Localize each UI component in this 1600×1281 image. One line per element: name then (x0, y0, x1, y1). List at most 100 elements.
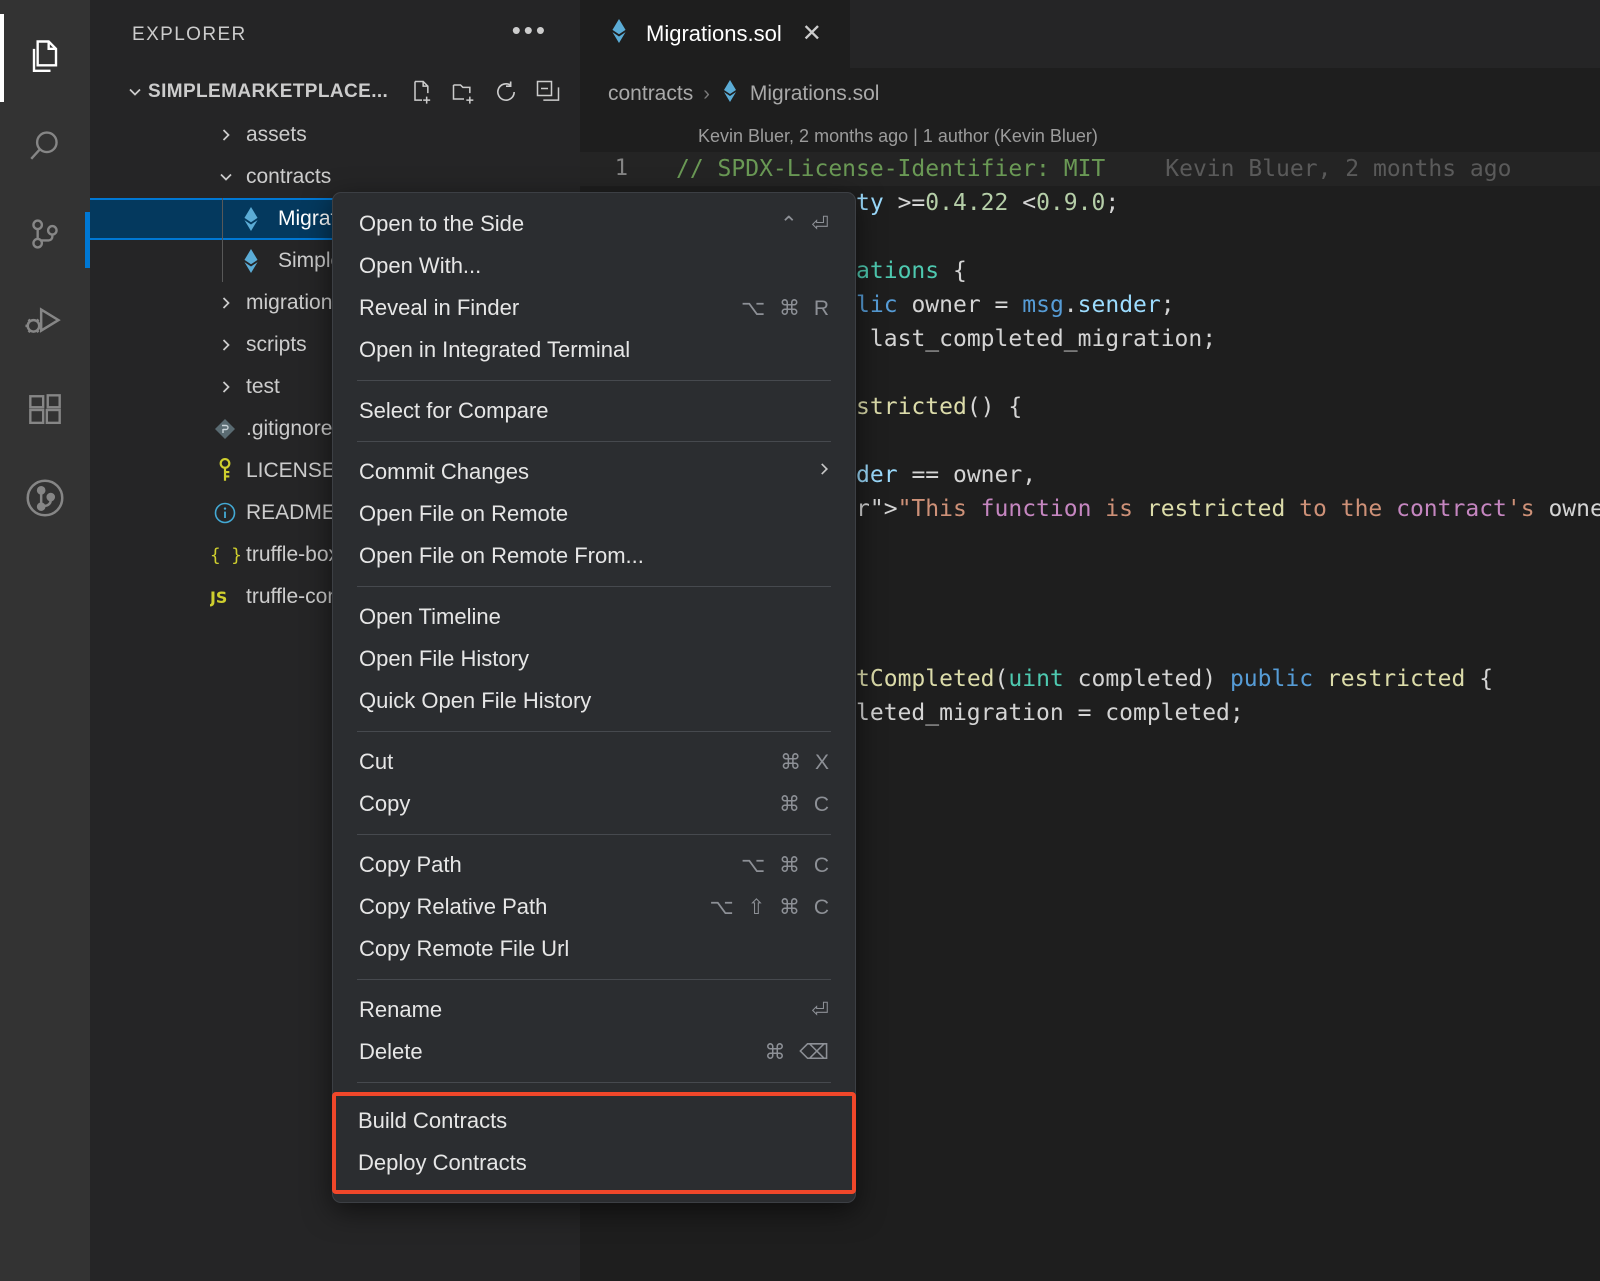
gitlens-icon (22, 475, 68, 521)
svg-text:JS: JS (210, 588, 227, 607)
collapse-all-icon[interactable] (534, 78, 562, 106)
menu-item-open-to-the-side[interactable]: Open to the Side⌃ ⏎ (333, 203, 855, 245)
refresh-icon[interactable] (492, 78, 520, 106)
activity-item-extensions[interactable] (0, 366, 90, 454)
breadcrumb-item-contracts[interactable]: contracts (608, 82, 693, 106)
run-debug-icon (22, 299, 68, 345)
menu-item-commit-changes[interactable]: Commit Changes (333, 451, 855, 493)
activity-item-source-control[interactable] (0, 190, 90, 278)
menu-item-quick-open-file-history[interactable]: Quick Open File History (333, 680, 855, 722)
chevron-right-icon[interactable] (212, 125, 240, 145)
tree-folder-assets[interactable]: assets (90, 114, 580, 156)
js-icon: JS (210, 585, 240, 609)
inline-blame: Kevin Bluer, 2 months ago (1105, 152, 1511, 186)
key-icon (210, 458, 240, 484)
menu-item-shortcut: ⌘ C (779, 792, 833, 817)
menu-item-open-timeline[interactable]: Open Timeline (333, 596, 855, 638)
menu-item-label: Delete (359, 1039, 423, 1065)
menu-item-delete[interactable]: Delete⌘ ⌫ (333, 1031, 855, 1073)
menu-separator (357, 834, 831, 835)
menu-item-label: Open Timeline (359, 604, 501, 630)
menu-item-label: Reveal in Finder (359, 295, 519, 321)
extensions-icon (23, 388, 67, 432)
activity-item-run-and-debug[interactable] (0, 278, 90, 366)
menu-item-cut[interactable]: Cut ⌘ X (333, 741, 855, 783)
menu-item-label: Commit Changes (359, 459, 529, 485)
new-file-icon[interactable] (408, 78, 436, 106)
chevron-down-icon (122, 82, 148, 102)
menu-item-label: Select for Compare (359, 398, 549, 424)
menu-item-reveal-in-finder[interactable]: Reveal in Finder ⌥ ⌘ R (333, 287, 855, 329)
menu-item-copy-path[interactable]: Copy Path ⌥ ⌘ C (333, 844, 855, 886)
menu-group: Commit Changes Open File on Remote Open Fi… (333, 451, 855, 577)
menu-item-shortcut: ⏎ (811, 998, 833, 1023)
menu-item-label: Open File on Remote From... (359, 543, 644, 569)
file-context-menu[interactable]: Open to the Side⌃ ⏎ Open With... Reveal in… (332, 192, 856, 1203)
menu-group-highlighted: Build Contracts Deploy Contracts (332, 1092, 856, 1194)
solidity-icon (608, 19, 630, 49)
breadcrumb: contracts › Migrations.sol (580, 68, 1600, 120)
menu-item-copy-relative-path[interactable]: Copy Relative Path⌥ ⇧ ⌘ C (333, 886, 855, 928)
chevron-right-icon[interactable] (212, 377, 240, 397)
menu-item-open-file-on-remote[interactable]: Open File on Remote (333, 493, 855, 535)
activity-item-gitlens[interactable] (0, 454, 90, 542)
menu-item-deploy-contracts[interactable]: Deploy Contracts (336, 1142, 852, 1184)
tab-migrations-sol[interactable]: Migrations.sol ✕ (580, 0, 851, 68)
menu-item-copy[interactable]: Copy⌘ C (333, 783, 855, 825)
menu-separator (357, 1082, 831, 1083)
chevron-right-icon[interactable] (212, 335, 240, 355)
chevron-right-icon (815, 460, 833, 484)
menu-item-shortcut: ⌘ X (780, 750, 833, 775)
menu-item-copy-remote-file-url[interactable]: Copy Remote File Url (333, 928, 855, 970)
breadcrumb-label: contracts (608, 82, 693, 106)
line-text: // SPDX-License-Identifier: MIT (652, 152, 1105, 186)
menu-item-open-file-on-remote-from[interactable]: Open File on Remote From... (333, 535, 855, 577)
menu-separator (357, 979, 831, 980)
menu-item-shortcut: ⌥ ⌘ R (741, 296, 833, 321)
menu-item-build-contracts[interactable]: Build Contracts (336, 1100, 852, 1142)
close-icon[interactable]: ✕ (798, 22, 826, 46)
info-icon (210, 501, 240, 525)
solidity-icon (236, 249, 266, 273)
activity-item-explorer[interactable] (0, 14, 90, 102)
menu-item-open-in-integrated-terminal[interactable]: Open in Integrated Terminal (333, 329, 855, 371)
menu-item-shortcut: ⌥ ⌘ C (741, 853, 833, 878)
menu-item-select-for-compare[interactable]: Select for Compare (333, 390, 855, 432)
menu-item-label: Copy Relative Path (359, 894, 547, 920)
breadcrumb-separator-icon: › (703, 83, 710, 106)
chevron-right-icon[interactable] (212, 293, 240, 313)
tree-indent-guide (222, 198, 223, 282)
sidebar-title: EXPLORER (132, 24, 247, 46)
line-number: 1 (580, 152, 652, 186)
tree-item-label: migrations (246, 291, 343, 315)
new-folder-icon[interactable] (450, 78, 478, 106)
menu-item-open-file-history[interactable]: Open File History (333, 638, 855, 680)
menu-item-label: Cut (359, 749, 393, 775)
menu-item-label: Open With... (359, 253, 481, 279)
menu-group: Rename⏎Delete⌘ ⌫ (333, 989, 855, 1073)
workspace-root-row[interactable]: SIMPLEMARKETPLACE... (90, 70, 580, 114)
breadcrumb-label: Migrations.sol (750, 82, 880, 106)
code-line[interactable]: 1// SPDX-License-Identifier: MITKevin Bl… (580, 152, 1600, 186)
activity-bar (0, 0, 90, 1281)
tree-item-label: assets (246, 123, 307, 147)
menu-item-rename[interactable]: Rename⏎ (333, 989, 855, 1031)
tab-label: Migrations.sol (646, 21, 782, 47)
tree-item-label: .gitignore (246, 417, 332, 441)
tree-item-label: LICENSE (246, 459, 336, 483)
solidity-icon (236, 207, 266, 231)
menu-item-label: Open File on Remote (359, 501, 568, 527)
menu-item-label: Open to the Side (359, 211, 524, 237)
chevron-down-icon[interactable] (212, 167, 240, 187)
json-icon: { } (210, 543, 240, 567)
tree-item-label: scripts (246, 333, 307, 357)
menu-item-label: Copy Path (359, 852, 462, 878)
menu-item-open-with[interactable]: Open With... (333, 245, 855, 287)
breadcrumb-item-migrations-sol[interactable]: Migrations.sol (720, 80, 880, 108)
vscode-window: EXPLORER ••• SIMPLEMARKETPLACE... (0, 0, 1600, 1281)
menu-item-label: Deploy Contracts (358, 1150, 527, 1176)
git-icon (210, 417, 240, 441)
git-blame-header: Kevin Bluer, 2 months ago | 1 author (Ke… (580, 120, 1600, 152)
sidebar-more-actions-icon[interactable]: ••• (512, 25, 548, 45)
activity-item-search[interactable] (0, 102, 90, 190)
